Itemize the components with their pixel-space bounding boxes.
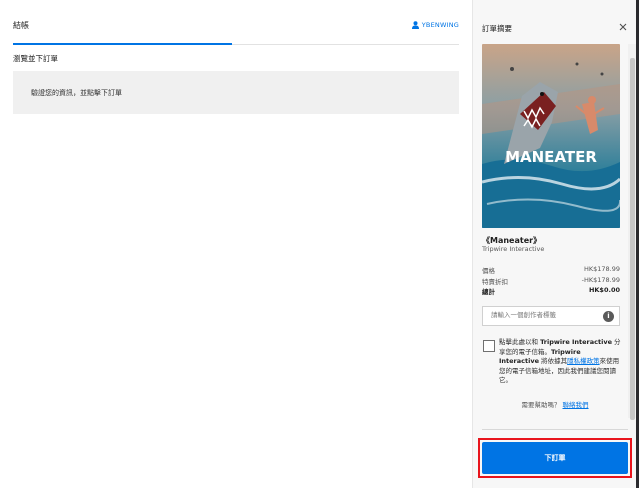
discount-value: -HK$178.99: [581, 276, 620, 284]
user-icon: [411, 21, 419, 29]
checkout-main: 結帳 YBENWING 瀏覽並下訂單 驗證您的資訊，並點擊下訂單: [0, 0, 472, 488]
order-summary-title: 訂單摘要: [482, 24, 512, 33]
game-publisher: Tripwire Interactive: [482, 245, 545, 253]
total-value: HK$0.00: [588, 286, 620, 294]
game-cover-image: MANEATER: [482, 44, 620, 228]
email-consent-checkbox[interactable]: [483, 340, 495, 352]
tab-checkout[interactable]: 結帳: [13, 20, 29, 31]
price-row: 價格 HK$178.99: [482, 265, 620, 275]
close-icon[interactable]: [617, 21, 629, 33]
order-summary-panel: 訂單摘要 MANEATER 《Maneater》 Tripwire Intera…: [472, 0, 636, 488]
tab-active-indicator: [13, 43, 232, 45]
info-message-box: 驗證您的資訊，並點擊下訂單: [13, 71, 459, 114]
privacy-policy-link[interactable]: 隱私權政策: [567, 357, 600, 365]
email-consent-text: 點擊此處以和 Tripwire Interactive 分享您的電子信箱。Tri…: [499, 338, 621, 385]
info-message: 驗證您的資訊，並點擊下訂單: [31, 89, 122, 97]
checkout-tabbar: 結帳 YBENWING: [13, 0, 459, 45]
help-text: 需要幫助嗎？: [521, 401, 561, 409]
username-label: YBENWING: [421, 21, 459, 29]
divider: [482, 429, 628, 430]
creator-tag-input[interactable]: [491, 311, 601, 319]
discount-row: 特賣折扣 -HK$178.99: [482, 276, 620, 286]
checkout-modal: 結帳 YBENWING 瀏覽並下訂單 驗證您的資訊，並點擊下訂單 訂單摘要 MA…: [0, 0, 636, 488]
discount-label: 特賣折扣: [482, 278, 508, 286]
contact-us-link[interactable]: 聯絡我們: [563, 401, 589, 409]
place-order-button[interactable]: 下訂單: [482, 442, 628, 474]
price-label: 價格: [482, 267, 495, 275]
scrollbar-thumb[interactable]: [630, 58, 635, 420]
help-row: 需要幫助嗎？ 聯絡我們: [473, 399, 636, 409]
creator-tag-field: i: [482, 306, 620, 326]
total-label: 總計: [482, 288, 495, 296]
game-cover-art: MANEATER: [482, 44, 620, 228]
user-account[interactable]: YBENWING: [411, 21, 459, 29]
review-heading: 瀏覽並下訂單: [13, 54, 58, 63]
game-logo-text: MANEATER: [505, 148, 597, 166]
info-icon[interactable]: i: [603, 311, 614, 322]
total-row: 總計 HK$0.00: [482, 286, 620, 296]
price-value: HK$178.99: [583, 265, 620, 273]
